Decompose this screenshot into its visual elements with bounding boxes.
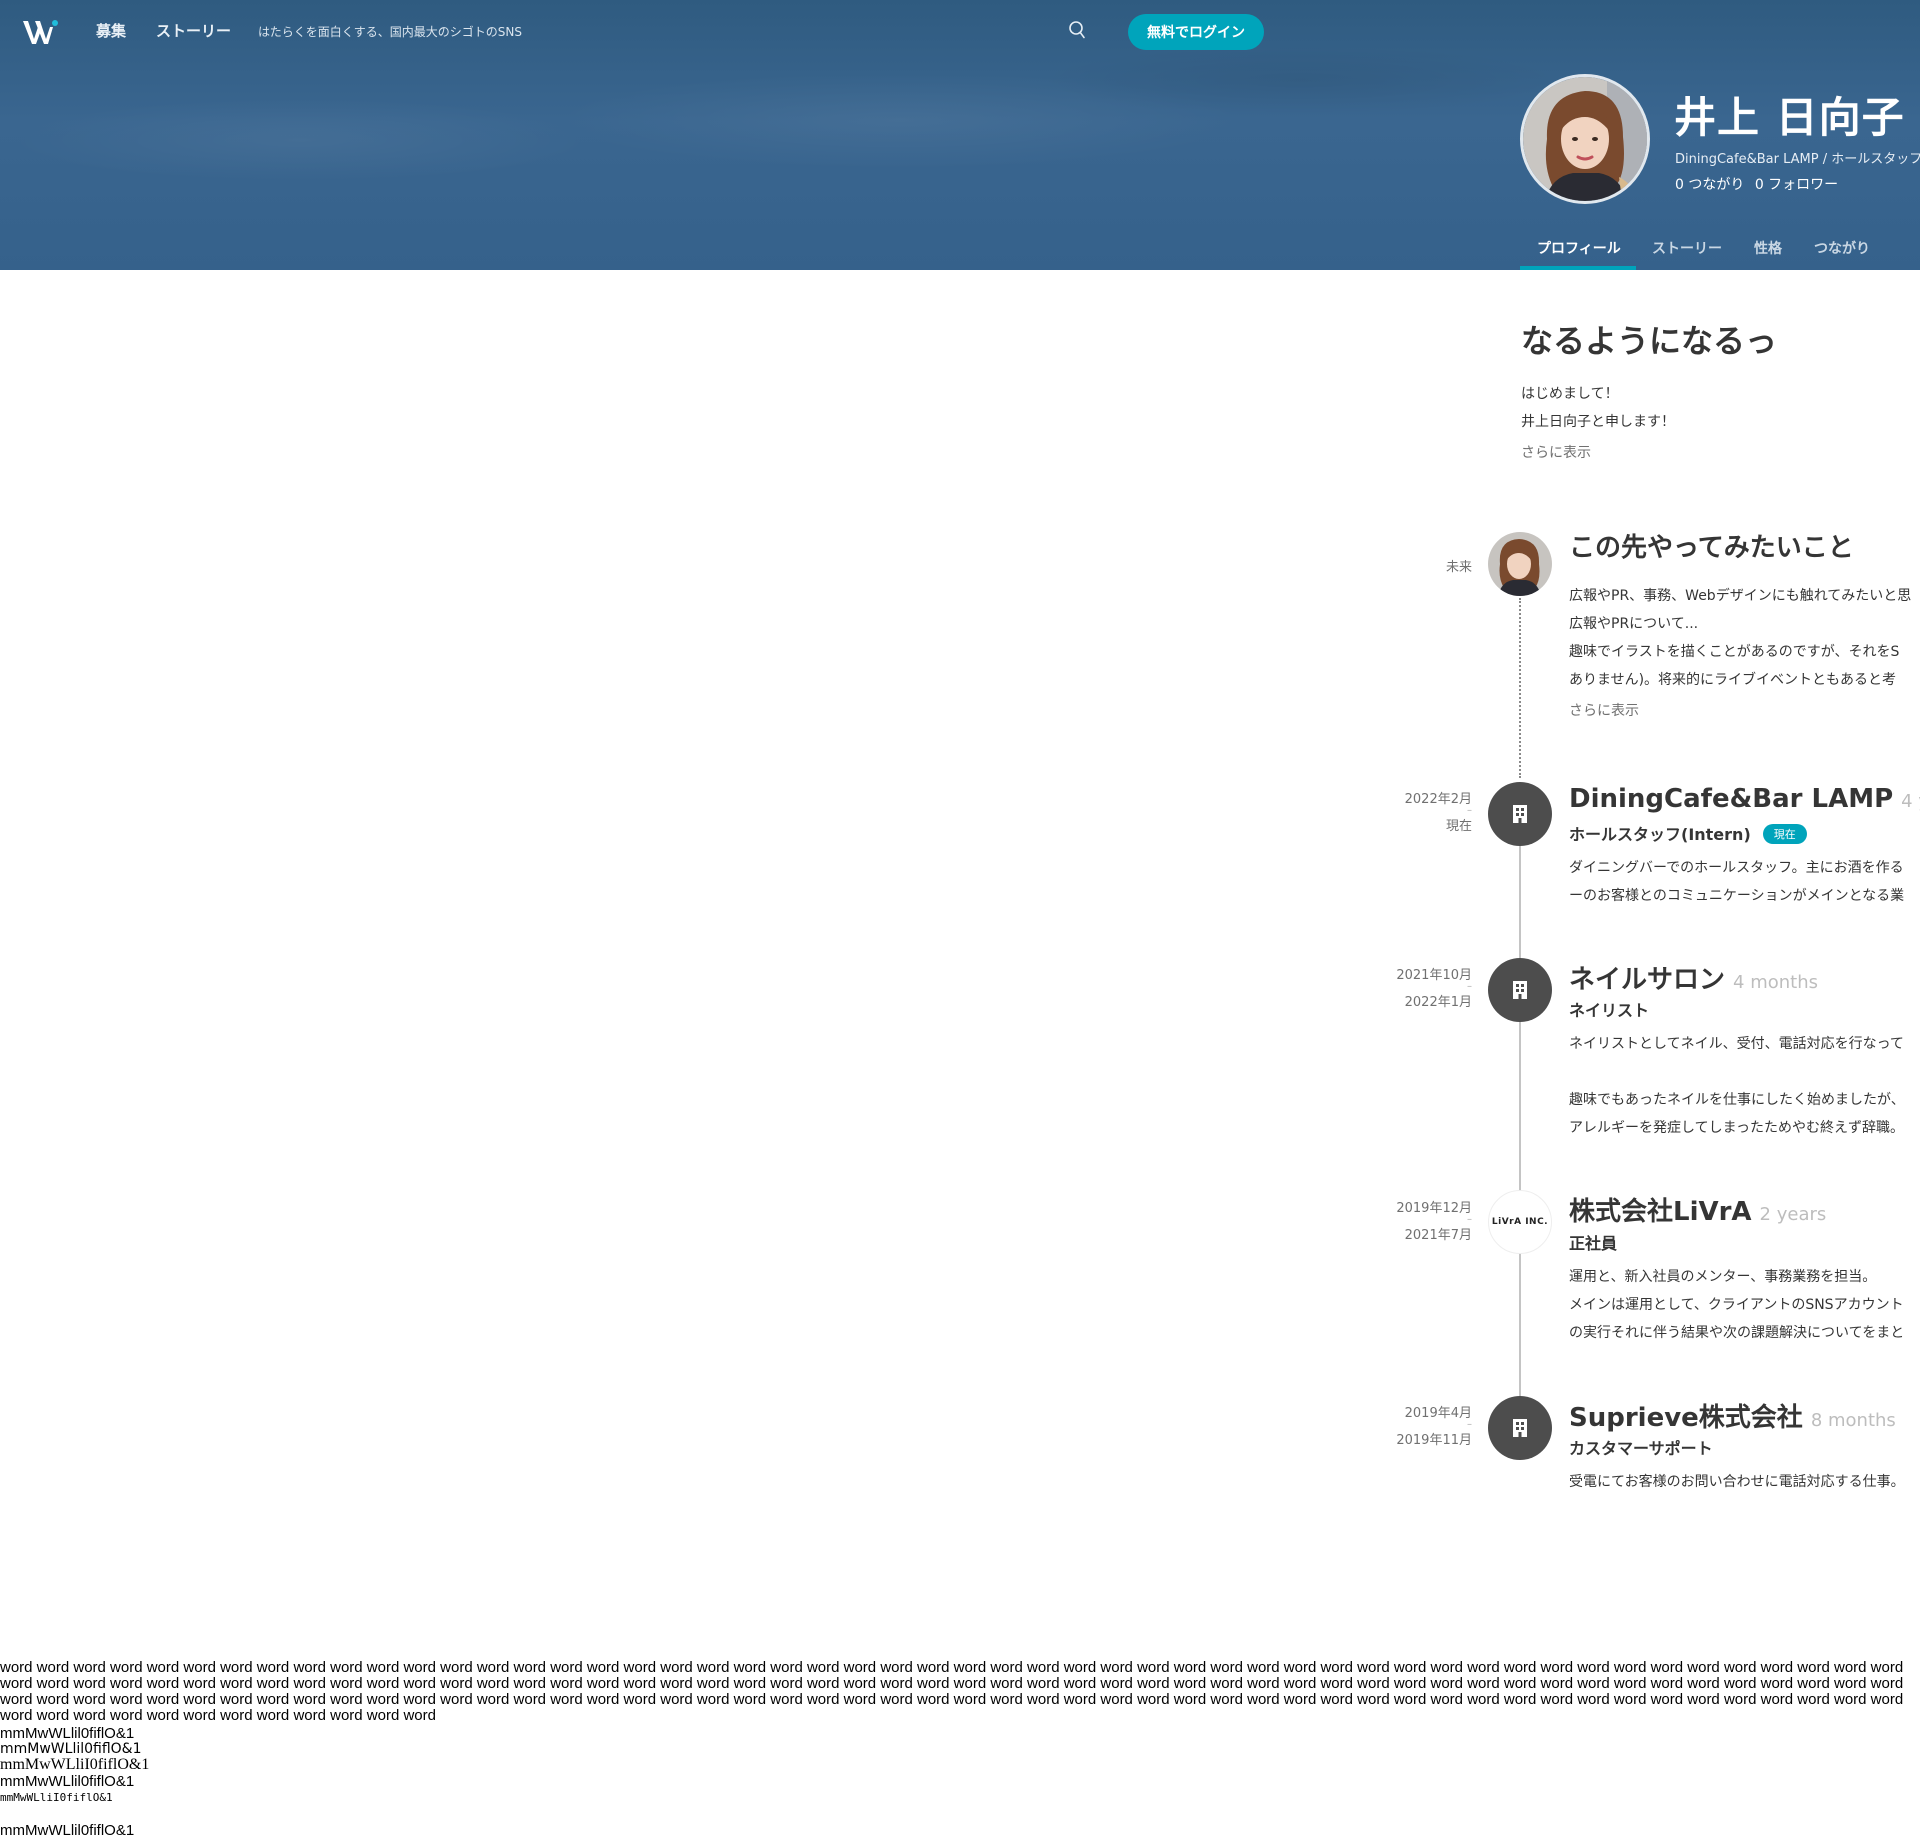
font-test-words: word word word word word word word word … <box>0 1660 1904 1724</box>
followers-count[interactable]: 0 フォロワー <box>1755 177 1838 193</box>
job-company[interactable]: Suprieve株式会社 8 months <box>1569 1397 1896 1434</box>
tab-stories[interactable]: ストーリー <box>1652 238 1722 258</box>
job-date-start: 2019年4月 <box>1404 1406 1472 1421</box>
profile-header: 募集 ストーリー はたらくを面白くする、国内最大のシゴトのSNS 無料でログイン… <box>0 0 1920 270</box>
job-date-end: 2021年7月 <box>1404 1228 1472 1243</box>
job-text-line: メインは運用として、クライアントのSNSアカウント <box>1569 1297 1904 1313</box>
job-date: 2021年10月 – 2022年1月 <box>1396 968 1472 1010</box>
job-company-name[interactable]: DiningCafe&Bar LAMP <box>1569 784 1893 814</box>
timeline-date: 未来 <box>1445 560 1472 575</box>
job-duration: 8 months <box>1810 1410 1896 1431</box>
timeline-avatar <box>1488 532 1552 596</box>
active-tab-indicator <box>1520 266 1636 270</box>
job-date-end: 2022年1月 <box>1404 995 1472 1010</box>
future-text-line: 広報やPRについて... <box>1569 616 1699 632</box>
company-icon <box>1488 1396 1552 1460</box>
profile-name: 井上 日向子 <box>1674 93 1905 142</box>
job-date: 2019年12月 – 2021年7月 <box>1396 1201 1472 1243</box>
job-role-label: 正社員 <box>1569 1234 1618 1253</box>
job-text-line: 受電にてお客様のお問い合わせに電話対応する仕事。 <box>1569 1474 1905 1490</box>
bio-more-link[interactable]: さらに表示 <box>1521 442 1591 462</box>
profile-stats: 0 つながり 0 フォロワー <box>1675 174 1844 194</box>
tab-connections[interactable]: つながり <box>1814 238 1870 258</box>
job-company[interactable]: 株式会社LiVrA 2 years <box>1569 1191 1826 1228</box>
job-company-name[interactable]: ネイルサロン <box>1569 965 1725 995</box>
font-test-line: mmMwWLlil0fiflO&1 <box>0 1822 135 1839</box>
job-duration: 4 years <box>1901 791 1920 812</box>
job-date-start: 2022年2月 <box>1404 792 1472 807</box>
job-text-line: ネイリストとしてネイル、受付、電話対応を行なって <box>1569 1036 1904 1052</box>
bio-line: 井上日向子と申します！ <box>1521 414 1675 430</box>
job-role: ホールスタッフ(Intern) 現在 <box>1569 821 1807 845</box>
site-tagline: はたらくを面白くする、国内最大のシゴトのSNS <box>258 25 522 39</box>
font-test-line: mmMwWLlil0fiflO&1 <box>0 1741 142 1757</box>
company-icon <box>1488 782 1552 846</box>
connections-count[interactable]: 0 つながり <box>1675 177 1744 193</box>
job-company[interactable]: DiningCafe&Bar LAMP 4 years <box>1569 784 1920 814</box>
job-text-line: アレルギーを発症してしまったためやむ終えず辞職。 <box>1569 1120 1905 1136</box>
future-text-line: 趣味でイラストを描くことがあるのですが、それをS <box>1569 644 1900 660</box>
building-icon <box>1513 1419 1527 1437</box>
job-text-line: ーのお客様とのコミュニケーションがメインとなる業 <box>1569 888 1905 904</box>
profile-avatar <box>1520 74 1650 204</box>
job-date-start: 2019年12月 <box>1396 1201 1472 1216</box>
font-test-line: mmMwWLliI0fiflO&1 <box>0 1791 113 1804</box>
job-date: 2022年2月 – 現在 <box>1404 792 1472 834</box>
tab-personality[interactable]: 性格 <box>1754 238 1782 258</box>
future-text-line: ありません)。将来的にライブイベントともあると考 <box>1569 672 1897 688</box>
job-duration: 4 months <box>1733 972 1818 993</box>
search-icon[interactable] <box>1068 20 1086 40</box>
nav-stories-link[interactable]: ストーリー <box>156 20 231 41</box>
nav-recruit-link[interactable]: 募集 <box>96 20 126 41</box>
wantedly-logo-icon[interactable] <box>22 18 58 46</box>
job-duration: 2 years <box>1759 1204 1827 1225</box>
bio-line: はじめまして！ <box>1521 386 1619 402</box>
job-text-line: の実行それに伴う結果や次の課題解決についてをまと <box>1569 1325 1905 1341</box>
company-icon <box>1488 958 1552 1022</box>
profile-subtitle: DiningCafe&Bar LAMP / ホールスタッフ <box>1675 152 1920 167</box>
livra-logo: LiVrA INC. <box>1488 1190 1552 1254</box>
login-button[interactable]: 無料でログイン <box>1128 14 1264 50</box>
future-title: この先やってみたいこと <box>1569 533 1854 563</box>
job-text-line: 運用と、新入社員のメンター、事務業務を担当。 <box>1569 1269 1877 1285</box>
job-company-name[interactable]: Suprieve株式会社 <box>1569 1403 1803 1433</box>
job-role-label: ホールスタッフ(Intern) <box>1569 825 1751 844</box>
future-more-link[interactable]: さらに表示 <box>1569 700 1639 720</box>
job-role-label: ネイリスト <box>1569 1001 1650 1020</box>
job-date: 2019年4月 – 2019年11月 <box>1396 1406 1472 1448</box>
timeline-connector <box>1519 840 1521 1410</box>
font-test-line: mmMwWLlil0fiflO&1 <box>0 1773 135 1790</box>
job-date-start: 2021年10月 <box>1396 968 1472 983</box>
job-role-label: カスタマーサポート <box>1569 1439 1713 1458</box>
timeline-future-connector <box>1519 598 1521 778</box>
current-badge: 現在 <box>1762 824 1807 844</box>
job-date-end: 2019年11月 <box>1396 1433 1472 1448</box>
bio-title: なるようになるっ <box>1521 322 1778 360</box>
job-text-line: 趣味でもあったネイルを仕事にしたく始めましたが、 <box>1569 1092 1905 1108</box>
building-icon <box>1513 805 1527 823</box>
job-company-name[interactable]: 株式会社LiVrA <box>1569 1197 1752 1227</box>
job-date-end: 現在 <box>1445 819 1472 834</box>
font-test-line: mmMwWLlil0fiflO&1 <box>0 1725 135 1742</box>
tab-profile[interactable]: プロフィール <box>1537 238 1621 258</box>
future-text-line: 広報やPR、事務、Webデザインにも触れてみたいと思 <box>1569 588 1912 604</box>
building-icon <box>1513 981 1527 999</box>
job-text-line: ダイニングバーでのホールスタッフ。主にお酒を作る <box>1569 860 1904 876</box>
font-test-line: mmMwWLliI0fiflO&1 <box>0 1756 150 1773</box>
job-company[interactable]: ネイルサロン 4 months <box>1569 959 1818 996</box>
